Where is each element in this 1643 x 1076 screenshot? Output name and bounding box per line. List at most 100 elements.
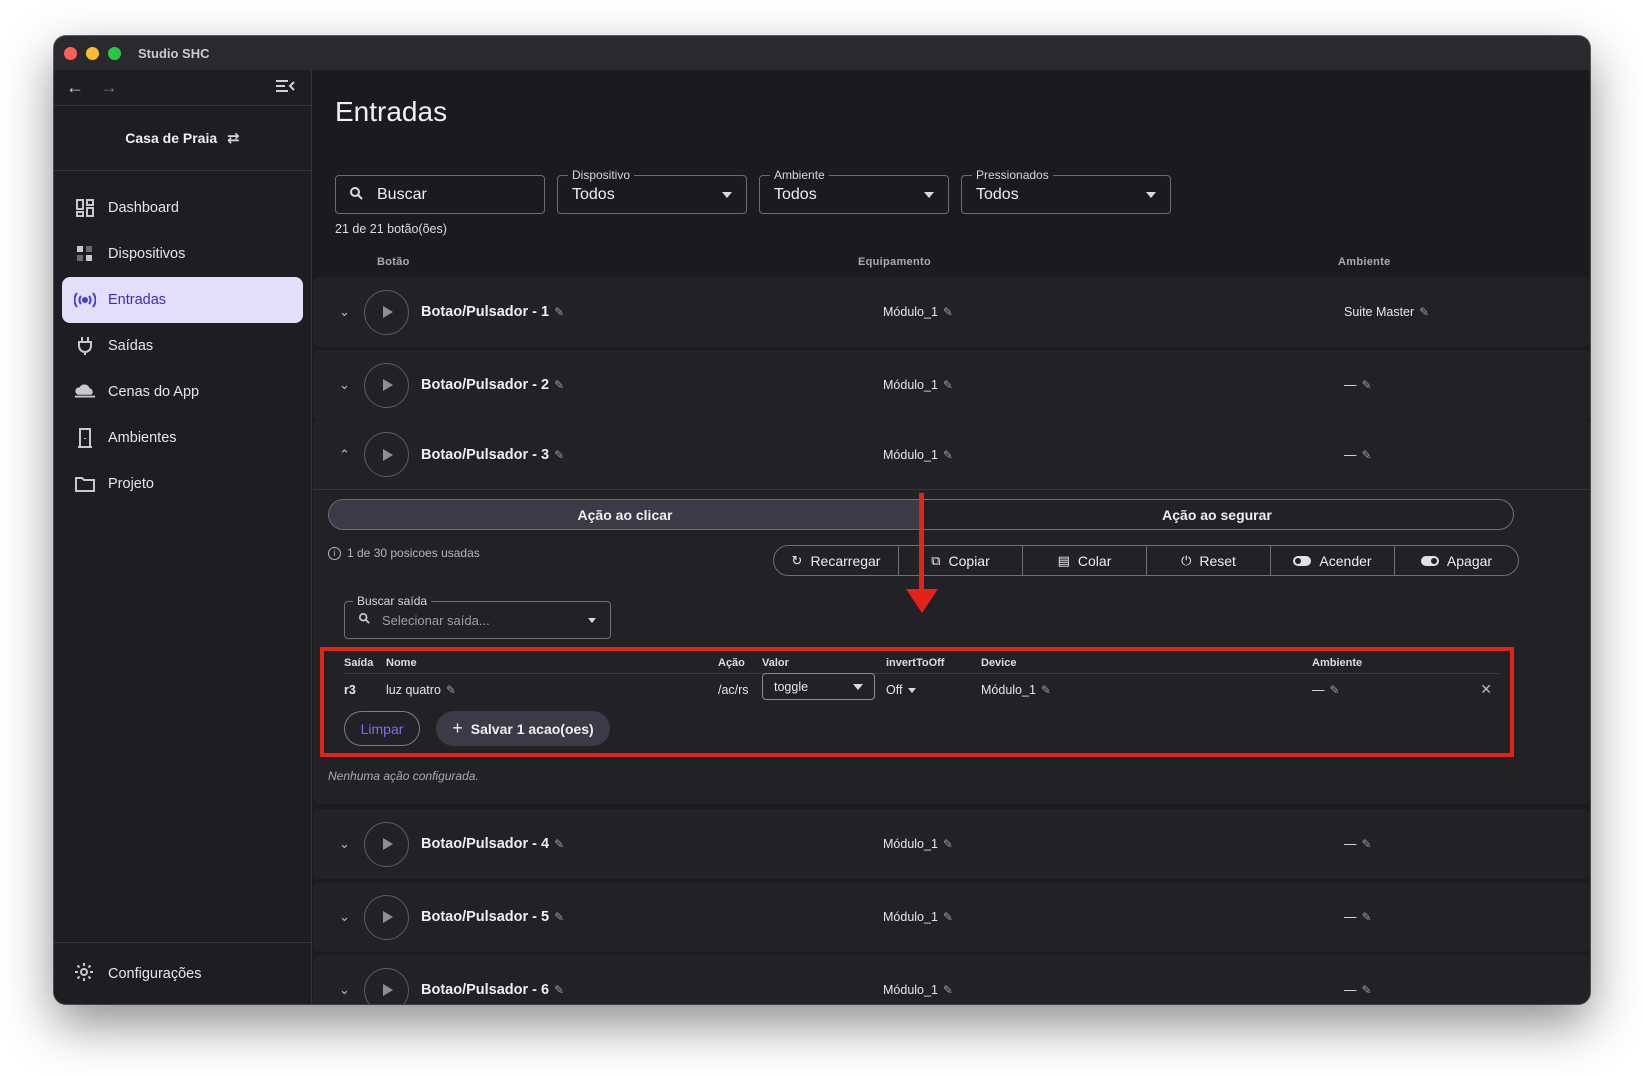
equipment-cell: Módulo_1 ✎ [883,378,953,392]
filter-pressionados[interactable]: Pressionados Todos [961,168,1171,214]
play-button[interactable] [364,432,409,477]
edit-pencil-icon[interactable]: ✎ [1362,448,1372,462]
button-row[interactable]: ⌃ Botao/Pulsador - 3 ✎ Módulo_1 ✎ — ✎ [313,420,1590,490]
edit-pencil-icon[interactable]: ✎ [1362,983,1372,997]
turn-on-label: Acender [1319,552,1372,569]
reset-button[interactable]: ⏻ Reset [1146,546,1270,575]
button-name-text: Botao/Pulsador - 3 [421,446,550,463]
back-arrow-icon[interactable]: ← [66,77,90,98]
tab-acao-ao-segurar[interactable]: Ação ao segurar [921,500,1513,529]
play-button[interactable] [364,289,409,335]
th-invert: invertToOff [886,657,945,669]
close-window-button[interactable] [64,46,77,60]
edit-pencil-icon[interactable]: ✎ [1362,837,1372,851]
cell-acao: /ac/rs [718,683,749,697]
maximize-window-button[interactable] [108,46,121,60]
edit-pencil-icon[interactable]: ✎ [943,983,953,997]
door-icon [74,427,96,449]
button-row[interactable]: ⌄ Botao/Pulsador - 4 ✎ Módulo_1 ✎ — ✎ [313,809,1590,879]
sidebar-item-projeto[interactable]: Projeto [62,461,303,507]
forward-arrow-icon[interactable]: → [100,77,124,98]
environment-text: — [1344,983,1357,997]
equipment-cell: Módulo_1 ✎ [883,983,953,997]
play-icon [383,448,393,461]
button-name: Botao/Pulsador - 1 ✎ [421,304,564,320]
sidebar-menu: Dashboard Dispositivos Entradas Saídas C… [54,171,311,507]
chevron-down-icon[interactable]: ⌄ [339,982,350,998]
play-button[interactable] [364,362,409,408]
play-button[interactable] [364,967,409,1004]
invert-select[interactable]: Off [886,683,917,697]
clipboard-icon: ▤ [1057,552,1070,568]
info-icon: i [328,546,341,560]
chevron-down-icon[interactable]: ⌄ [339,836,350,852]
edit-pencil-icon[interactable]: ✎ [1419,305,1429,319]
sidebar-item-cenas[interactable]: Cenas do App [62,369,303,415]
play-button[interactable] [364,821,409,867]
edit-pencil-icon[interactable]: ✎ [1362,378,1372,392]
chevron-down-icon[interactable]: ⌄ [339,377,350,393]
button-row[interactable]: ⌄ Botao/Pulsador - 2 ✎ Módulo_1 ✎ — ✎ [313,350,1590,420]
button-row[interactable]: ⌄ Botao/Pulsador - 1 ✎ Módulo_1 ✎ Suite Ma… [313,277,1590,347]
dropdown-caret-icon [853,683,863,690]
edit-pencil-icon[interactable]: ✎ [943,378,953,392]
remove-row-icon[interactable]: ✕ [1480,681,1492,698]
output-search-select[interactable]: Buscar saída Selecionar saída... [344,594,611,639]
edit-pencil-icon[interactable]: ✎ [554,837,564,851]
turn-off-button[interactable]: Apagar [1394,546,1518,575]
gear-icon [74,962,96,986]
play-button[interactable] [364,894,409,940]
edit-pencil-icon[interactable]: ✎ [943,910,953,924]
save-actions-button[interactable]: + Salvar 1 acao(oes) [436,711,610,746]
filter-value: Todos [572,185,615,203]
edit-pencil-icon[interactable]: ✎ [554,983,564,997]
swap-icon[interactable]: ⇄ [227,129,240,147]
edit-pencil-icon[interactable]: ✎ [1362,910,1372,924]
edit-pencil-icon[interactable]: ✎ [943,837,953,851]
edit-pencil-icon[interactable]: ✎ [1041,683,1051,697]
turn-on-button[interactable]: Acender [1270,546,1394,575]
edit-pencil-icon[interactable]: ✎ [554,448,564,462]
filter-ambiente[interactable]: Ambiente Todos [759,168,949,214]
column-header-botao: Botão [377,256,410,268]
edit-pencil-icon[interactable]: ✎ [446,683,456,697]
no-action-text: Nenhuma ação configurada. [328,769,479,783]
edit-pencil-icon[interactable]: ✎ [554,910,564,924]
edit-pencil-icon[interactable]: ✎ [943,305,953,319]
edit-pencil-icon[interactable]: ✎ [554,305,564,319]
clear-button[interactable]: Limpar [344,711,420,746]
copy-button[interactable]: ⧉ Copiar [898,546,1022,575]
edit-pencil-icon[interactable]: ✎ [554,378,564,392]
button-name-text: Botao/Pulsador - 5 [421,909,550,925]
value-select[interactable]: toggle [762,673,875,700]
sidebar-item-saidas[interactable]: Saídas [62,323,303,369]
tab-acao-ao-clicar[interactable]: Ação ao clicar [329,500,921,529]
reload-label: Recarregar [810,552,881,569]
th-valor: Valor [762,657,789,669]
chevron-up-icon[interactable]: ⌃ [339,447,350,463]
th-nome: Nome [386,657,417,669]
chevron-down-icon[interactable]: ⌄ [339,304,350,320]
reload-button[interactable]: ↻ Recarregar [774,546,898,575]
minimize-window-button[interactable] [86,46,99,60]
turn-off-label: Apagar [1446,552,1493,569]
filter-label: Pressionados [972,168,1053,182]
sidebar-item-dashboard[interactable]: Dashboard [62,185,303,231]
search-input[interactable]: Buscar [335,175,545,214]
paste-button[interactable]: ▤ Colar [1022,546,1146,575]
sidebar-item-dispositivos[interactable]: Dispositivos [62,231,303,277]
page-title: Entradas [335,96,448,127]
collapse-menu-icon[interactable] [275,77,299,98]
house-selector[interactable]: Casa de Praia ⇄ [54,106,311,171]
button-row[interactable]: ⌄ Botao/Pulsador - 5 ✎ Módulo_1 ✎ — ✎ [313,882,1590,952]
filter-dispositivo[interactable]: Dispositivo Todos [557,168,747,214]
plus-icon: + [452,718,463,738]
button-row[interactable]: ⌄ Botao/Pulsador - 6 ✎ Módulo_1 ✎ — ✎ [313,955,1590,1004]
edit-pencil-icon[interactable]: ✎ [1330,683,1340,697]
sidebar-item-entradas[interactable]: Entradas [62,277,303,323]
sidebar-item-ambientes[interactable]: Ambientes [62,415,303,461]
sidebar-item-configuracoes[interactable]: Configurações [54,942,311,1004]
edit-pencil-icon[interactable]: ✎ [943,448,953,462]
equipment-text: Módulo_1 [883,305,938,319]
chevron-down-icon[interactable]: ⌄ [339,909,350,925]
